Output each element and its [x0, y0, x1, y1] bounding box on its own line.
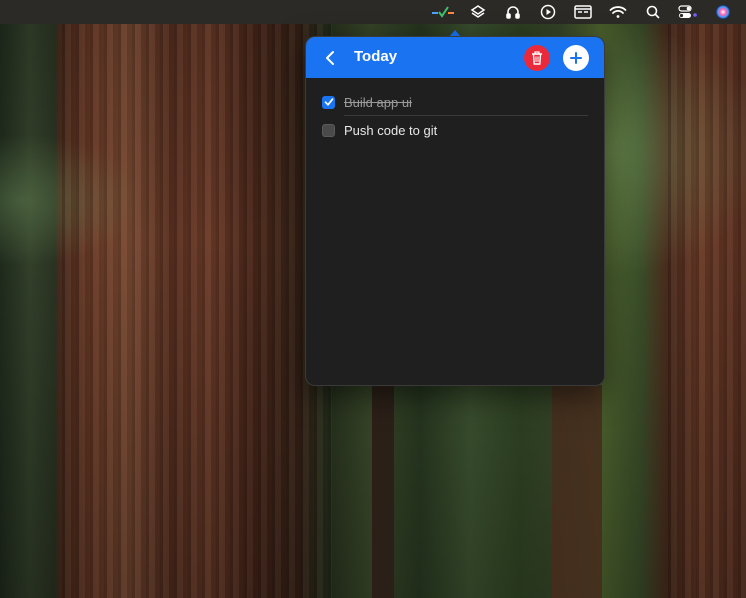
- checkmark-icon: [324, 98, 333, 106]
- plus-icon: [570, 52, 582, 64]
- add-task-button[interactable]: [563, 45, 589, 71]
- task-item[interactable]: Push code to git: [306, 116, 604, 144]
- delete-button[interactable]: [524, 45, 550, 71]
- task-list: Build app ui Push code to git: [306, 88, 604, 144]
- wallpaper-tree-trunk: [552, 385, 602, 598]
- play-circle-icon[interactable]: [530, 0, 565, 24]
- back-button[interactable]: [320, 47, 340, 69]
- todo-popover: Today Build app ui Push code to git: [305, 36, 605, 386]
- task-checkbox[interactable]: [322, 95, 335, 109]
- checklist-app-icon[interactable]: [425, 0, 460, 24]
- headphones-icon[interactable]: [495, 0, 530, 24]
- wallpaper-tree-trunk: [668, 24, 746, 598]
- control-center-icon[interactable]: [670, 0, 705, 24]
- wallpaper-tree-trunk: [372, 385, 394, 598]
- trash-icon: [532, 51, 542, 65]
- wifi-icon[interactable]: [600, 0, 635, 24]
- chevron-left-icon: [326, 51, 334, 65]
- task-label: Push code to git: [344, 122, 438, 138]
- siri-icon[interactable]: [705, 0, 740, 24]
- layers-icon[interactable]: [460, 0, 495, 24]
- task-checkbox[interactable]: [322, 123, 335, 137]
- task-label: Build app ui: [344, 94, 412, 110]
- menu-bar: [0, 0, 746, 24]
- page-title: Today: [354, 48, 398, 65]
- display-icon[interactable]: [565, 0, 600, 24]
- task-item[interactable]: Build app ui: [306, 88, 604, 116]
- wallpaper-tree-trunk: [62, 24, 332, 598]
- search-icon[interactable]: [635, 0, 670, 24]
- popover-header: Today: [306, 37, 604, 78]
